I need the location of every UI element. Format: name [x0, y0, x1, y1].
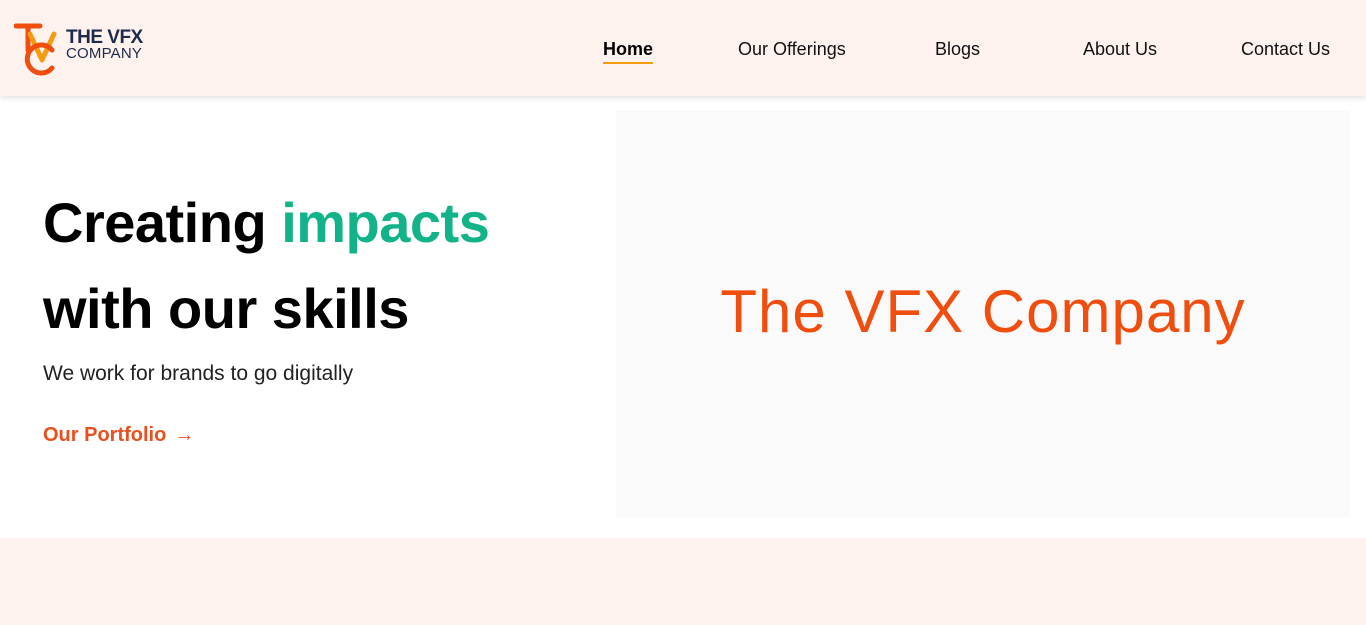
hero-title-part1: Creating	[43, 191, 282, 254]
our-portfolio-link[interactable]: Our Portfolio →	[43, 422, 194, 448]
tvc-logo-icon	[14, 23, 57, 76]
nav-blogs[interactable]: Blogs	[935, 38, 980, 60]
active-underline	[603, 62, 654, 64]
hero-title: Creating impacts with our skills	[43, 180, 603, 352]
logo[interactable]: THE VFX COMPANY	[14, 20, 164, 76]
nav-our-offerings[interactable]: Our Offerings	[738, 38, 846, 60]
hero-panel-brand-text: The VFX Company	[720, 278, 1246, 345]
hero-title-accent: impacts	[281, 191, 490, 254]
hero-media-panel: The VFX Company	[616, 110, 1350, 517]
nav-contact-us-label: Contact Us	[1241, 39, 1331, 59]
our-portfolio-label: Our Portfolio	[43, 424, 167, 446]
logo-text-line2: COMPANY	[66, 45, 143, 62]
hero-subtitle: We work for brands to go digitally	[43, 362, 354, 385]
nav-home-label: Home	[603, 39, 654, 59]
arrow-right-icon: →	[174, 424, 195, 446]
navbar: THE VFX COMPANY Home Our Offerings Blogs…	[0, 0, 1366, 96]
nav-contact-us[interactable]: Contact Us	[1241, 38, 1330, 60]
next-section-band	[0, 538, 1366, 625]
hero-title-line2: with our skills	[43, 277, 409, 340]
nav-about-us-label: About Us	[1083, 39, 1158, 59]
nav-about-us[interactable]: About Us	[1083, 38, 1157, 60]
nav-our-offerings-label: Our Offerings	[738, 39, 846, 59]
nav-home[interactable]: Home	[603, 38, 654, 64]
nav-blogs-label: Blogs	[935, 39, 981, 59]
